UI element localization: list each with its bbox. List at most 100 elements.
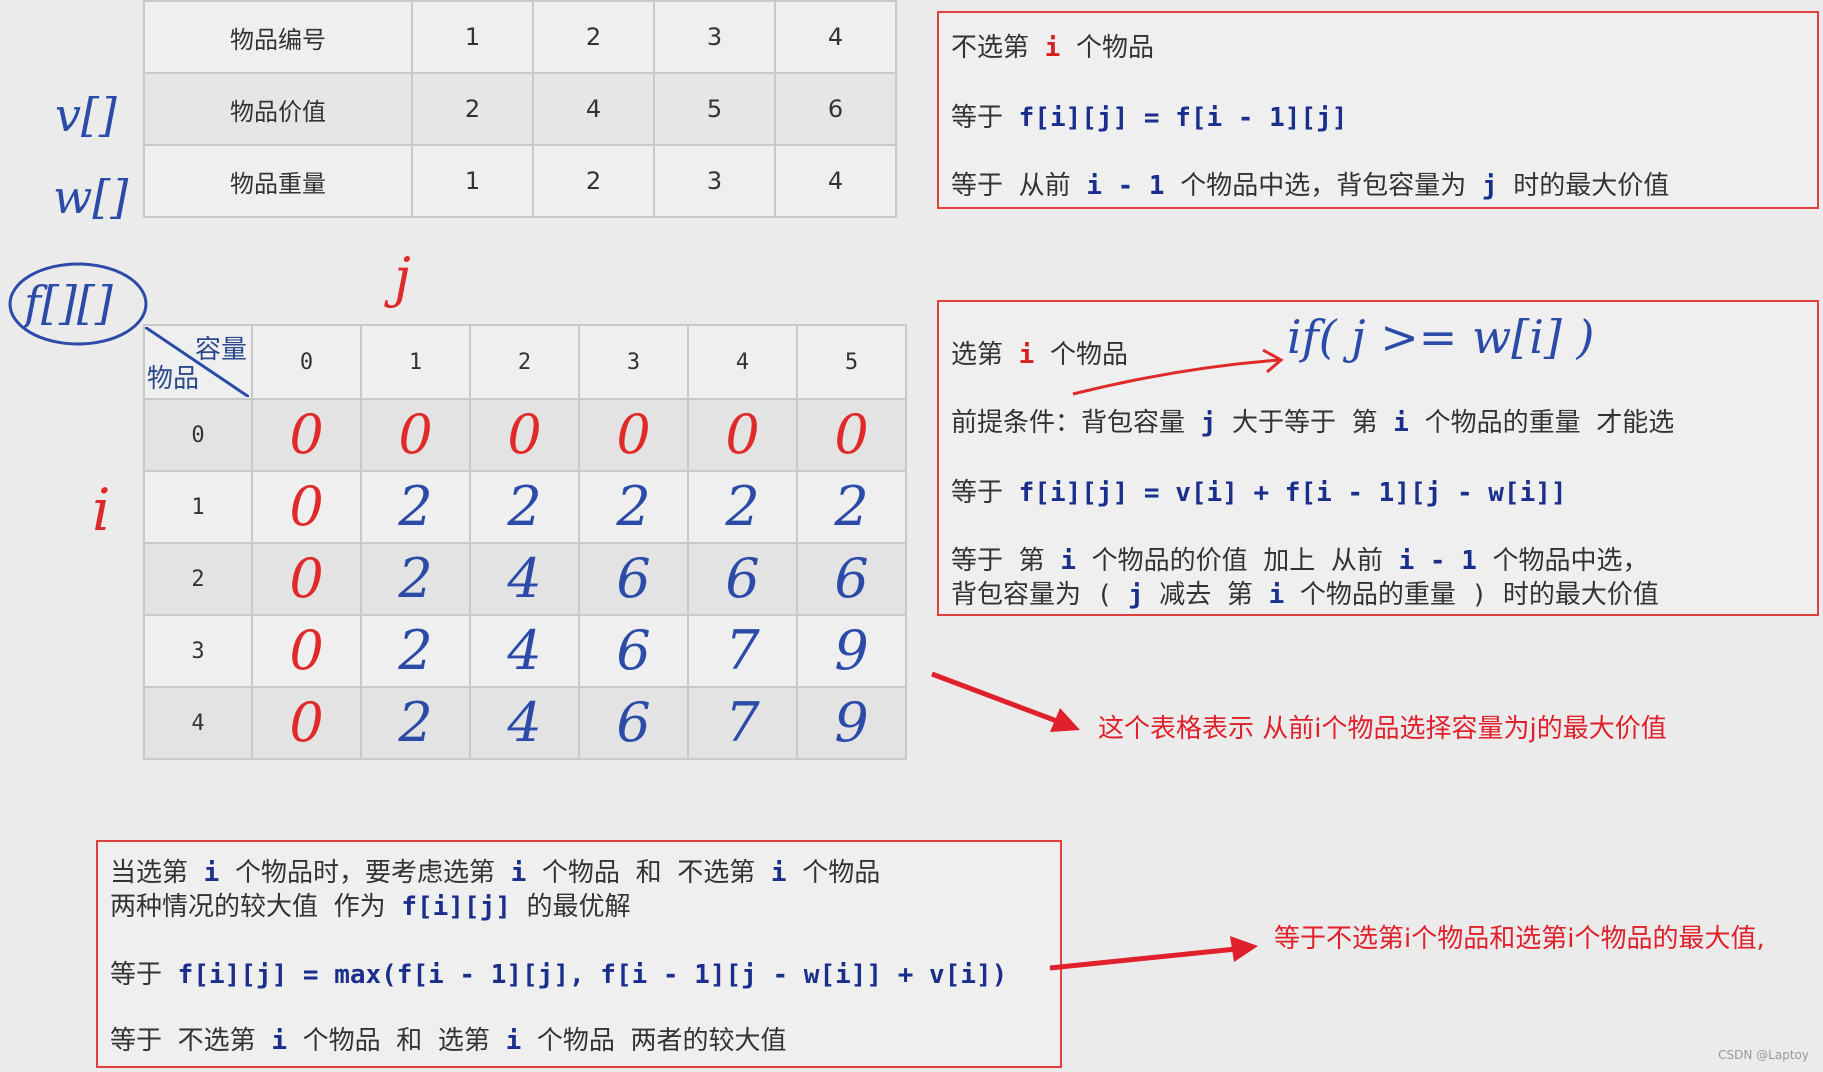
text-seg: 的最优解 — [510, 892, 631, 922]
dp-cell-value: 2 — [398, 691, 433, 754]
items-cell: 1 — [411, 144, 534, 218]
not-select-line-3: 等于 从前 i - 1 个物品中选，背包容量为 j 时的最大价值 — [951, 165, 1669, 202]
dp-row: 1 0 2 2 2 2 2 — [143, 470, 907, 544]
dp-cell: 2 — [796, 470, 907, 544]
select-line-2: 前提条件：背包容量 j 大于等于 第 i 个物品的重量 才能选 — [951, 402, 1674, 439]
dp-col-header: 5 — [796, 324, 907, 400]
dp-col-header: 4 — [687, 324, 798, 400]
text-seg: 等于 — [110, 960, 178, 990]
text-seg: 个物品 — [1060, 33, 1154, 63]
text-seg: i — [1393, 408, 1409, 438]
items-row-value: 物品价值 2 4 5 6 — [143, 72, 897, 146]
dp-row-header: 1 — [143, 470, 253, 544]
dp-cell: 2 — [360, 686, 471, 760]
items-row-label: 物品价值 — [143, 72, 413, 146]
text-seg: 等于 第 — [951, 546, 1061, 576]
text-seg: i — [203, 858, 220, 888]
dp-cell-value: 4 — [507, 619, 542, 682]
dp-corner-cell: 容量 物品 — [143, 324, 253, 400]
dp-cell: 7 — [687, 686, 798, 760]
dp-cell-value: 7 — [725, 691, 760, 754]
items-cell: 1 — [411, 0, 534, 74]
dp-cell: 9 — [796, 686, 907, 760]
text-seg: 选第 — [951, 340, 1019, 370]
text-seg: 个物品 和 选第 — [286, 1026, 506, 1056]
note-table-meaning: 这个表格表示 从前i个物品选择容量为j的最大价值 — [1098, 714, 1667, 744]
dp-col-header: 2 — [469, 324, 580, 400]
text-seg: 个物品的价值 加上 从前 — [1075, 546, 1399, 576]
dp-cell-value: 0 — [398, 403, 433, 466]
not-select-line-1: 不选第 i 个物品 — [951, 27, 1154, 64]
items-cell: 2 — [411, 72, 534, 146]
dp-cell-value: 4 — [507, 691, 542, 754]
dp-cell: 6 — [578, 686, 689, 760]
dp-cell-value: 0 — [507, 403, 542, 466]
dp-cell: 0 — [251, 398, 362, 472]
dp-cell: 4 — [469, 614, 580, 688]
dp-cell: 0 — [469, 398, 580, 472]
dp-cell: 0 — [360, 398, 471, 472]
dp-col-header: 0 — [251, 324, 362, 400]
dp-row-header: 0 — [143, 398, 253, 472]
arrow-icon — [1049, 936, 1258, 971]
dp-cell-value: 2 — [616, 475, 651, 538]
text-seg: j — [1127, 580, 1144, 610]
select-line-3: 等于 f[i][j] = v[i] + f[i - 1][j - w[i]] — [951, 472, 1567, 509]
items-row-id: 物品编号 1 2 3 4 — [143, 0, 897, 74]
dp-col-header: 1 — [360, 324, 471, 400]
hand-condition: if( j >= w[i] ) — [1287, 310, 1595, 364]
text-seg: 不选第 — [951, 33, 1045, 63]
dp-header-row: 容量 物品 0 1 2 3 4 5 — [143, 324, 907, 400]
note-max-meaning: 等于不选第i个物品和选第i个物品的最大值, — [1274, 924, 1765, 954]
items-cell: 2 — [532, 0, 655, 74]
dp-cell-value: 6 — [834, 547, 869, 610]
text-seg: i - 1 — [1398, 546, 1477, 576]
select-box: 选第 i 个物品 if( j >= w[i] ) 前提条件：背包容量 j 大于等… — [937, 300, 1819, 616]
items-row-label: 物品重量 — [143, 144, 413, 218]
dp-cell: 0 — [251, 470, 362, 544]
watermark: CSDN @Laptoy — [1718, 1048, 1809, 1062]
text-seg: i - 1 — [1086, 171, 1165, 201]
items-cell: 5 — [653, 72, 776, 146]
select-line-5: 背包容量为 ( j 减去 第 i 个物品的重量 ) 时的最大价值 — [951, 574, 1659, 611]
items-row-label: 物品编号 — [143, 0, 413, 74]
dp-cell-value: 6 — [616, 691, 651, 754]
dp-cell: 0 — [251, 614, 362, 688]
dp-row-header: 2 — [143, 542, 253, 616]
text-seg: i — [1044, 33, 1061, 63]
text-seg: i — [770, 858, 787, 888]
dp-cell-value: 0 — [289, 403, 324, 466]
text-seg: 时的最大价值 — [1497, 171, 1670, 201]
formula: f[i][j] = max(f[i - 1][j], f[i - 1][j - … — [177, 960, 1008, 990]
text-seg: i — [510, 858, 527, 888]
dp-cell: 6 — [578, 542, 689, 616]
items-cell: 6 — [774, 72, 897, 146]
dp-cell-value: 9 — [834, 619, 869, 682]
text-seg: 等于 — [951, 478, 1019, 508]
summary-line-3: 等于 f[i][j] = max(f[i - 1][j], f[i - 1][j… — [110, 954, 1007, 991]
text-seg: 个物品的重量 ) 时的最大价值 — [1284, 580, 1659, 610]
text-seg: i — [271, 1026, 287, 1056]
text-seg: 个物品 — [786, 858, 881, 888]
items-cell: 4 — [774, 144, 897, 218]
summary-line-1: 当选第 i 个物品时，要考虑选第 i 个物品 和 不选第 i 个物品 — [110, 852, 880, 889]
arrow-icon — [931, 671, 1080, 732]
dp-cell-value: 0 — [616, 403, 651, 466]
dp-cell-value: 0 — [289, 475, 324, 538]
dp-row: 4 0 2 4 6 7 9 — [143, 686, 907, 760]
hand-w-label: w[] — [53, 170, 129, 224]
formula: f[i][j] — [401, 892, 511, 922]
dp-cell: 6 — [578, 614, 689, 688]
text-seg: 前提条件：背包容量 — [951, 408, 1201, 438]
dp-cell: 2 — [360, 614, 471, 688]
dp-cell-value: 0 — [289, 547, 324, 610]
hand-v-label: v[] — [55, 88, 117, 142]
dp-cell-value: 9 — [834, 691, 869, 754]
hand-i-label: i — [92, 476, 111, 544]
text-seg: 个物品时，要考虑选第 — [219, 858, 511, 888]
dp-cell-value: 4 — [507, 547, 542, 610]
dp-cell-value: 2 — [507, 475, 542, 538]
dp-cell: 2 — [360, 542, 471, 616]
text-seg: j — [1481, 171, 1498, 201]
text-seg: 当选第 — [110, 858, 204, 888]
